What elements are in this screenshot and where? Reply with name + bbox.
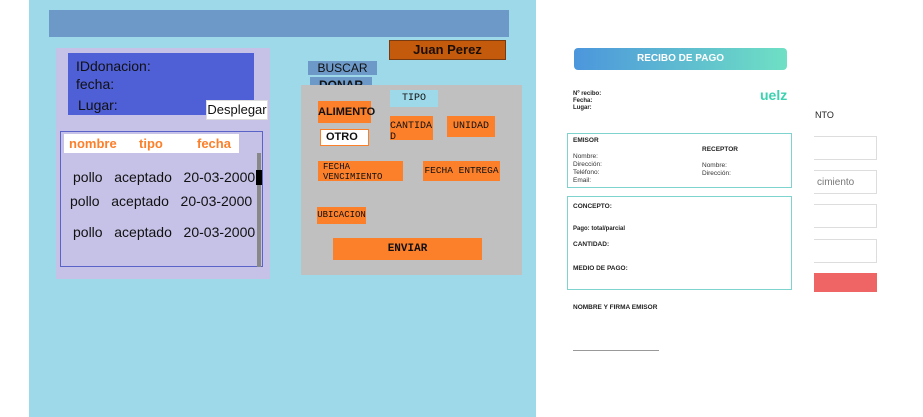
send-button[interactable]: ENVIAR [333,238,482,260]
type-field[interactable]: TIPO [390,90,438,107]
quantity-label: CANTIDAD: [573,241,610,248]
quantity-field[interactable]: CANTIDAD [390,116,433,143]
top-bar [49,10,509,37]
receipt-place-label: Lugar: [573,105,592,111]
row-date: 20-03-2000 [183,224,256,240]
row-date: 20-03-2000 [183,169,256,185]
row-name: pollo [73,224,103,240]
receipt-date-label: Fecha: [573,98,593,104]
column-header-fecha: fecha [197,136,231,151]
other-button[interactable]: OTRO [320,129,369,146]
issuer-phone-label: Teléfono: [573,169,600,176]
delivery-date-field[interactable]: FECHA ENTREGA [423,161,500,181]
payment-method-label: MEDIO DE PAGO: [573,265,628,272]
receipt-meta: Nº recibo: Fecha: Lugar: [573,91,601,112]
signature-label: NOMBRE Y FIRMA EMISOR [573,304,658,311]
issuer-email-label: Email: [573,177,592,184]
receiver-fields: Nombre: Dirección: [702,162,731,178]
user-badge[interactable]: Juan Perez [389,40,506,60]
table-row[interactable]: pollo aceptado 20-03-2000 [73,169,255,185]
unit-field[interactable]: UNIDAD [447,116,495,137]
id-donation-label: IDdonacion: [76,58,151,74]
issuer-title: EMISOR [573,137,599,144]
row-date: 20-03-2000 [180,193,253,209]
receiver-title: RECEPTOR [702,146,738,153]
row-name: pollo [70,193,100,209]
background-input-2[interactable]: cimiento [813,170,877,194]
issuer-name-label: Nombre: [573,153,598,160]
table-row[interactable]: pollo aceptado 20-03-2000 [70,193,252,209]
food-button[interactable]: ALIMENTO [318,101,375,123]
issuer-address-label: Dirección: [573,161,602,168]
signature-line [573,350,659,351]
search-button[interactable]: BUSCAR [308,61,377,75]
user-name: Juan Perez [413,42,482,57]
receipt-title: RECIBO DE PAGO [574,48,787,70]
issuer-fields: Nombre: Dirección: Teléfono: Email: [573,153,602,185]
row-type: aceptado [111,193,169,209]
payment-type-label: Pago: total/parcial [573,226,626,232]
column-header-nombre: nombre [69,136,117,151]
scrollbar-thumb[interactable] [256,170,262,185]
background-input-3[interactable] [813,204,877,228]
row-name: pollo [73,169,103,185]
background-form-label: NTO [815,110,834,120]
background-input-1[interactable] [813,136,877,160]
column-header-tipo: tipo [139,136,163,151]
row-type: aceptado [114,224,172,240]
row-type: aceptado [114,169,172,185]
place-label: Lugar: [78,97,118,113]
background-input-4[interactable] [813,239,877,263]
receipt-number-label: Nº recibo: [573,91,602,97]
expiry-date-field[interactable]: FECHA VENCIMIENTO [318,161,403,182]
table-row[interactable]: pollo aceptado 20-03-2000 [73,224,255,240]
receiver-address-label: Dirección: [702,170,731,177]
brand-logo: uelz [760,87,788,103]
receiver-name-label: Nombre: [702,162,727,169]
concept-label: CONCEPTO: [573,203,612,210]
expand-button[interactable]: Desplegar [206,100,268,120]
location-field[interactable]: UBICACION [317,207,366,224]
background-submit-button[interactable] [813,273,877,292]
date-label: fecha: [76,76,115,92]
